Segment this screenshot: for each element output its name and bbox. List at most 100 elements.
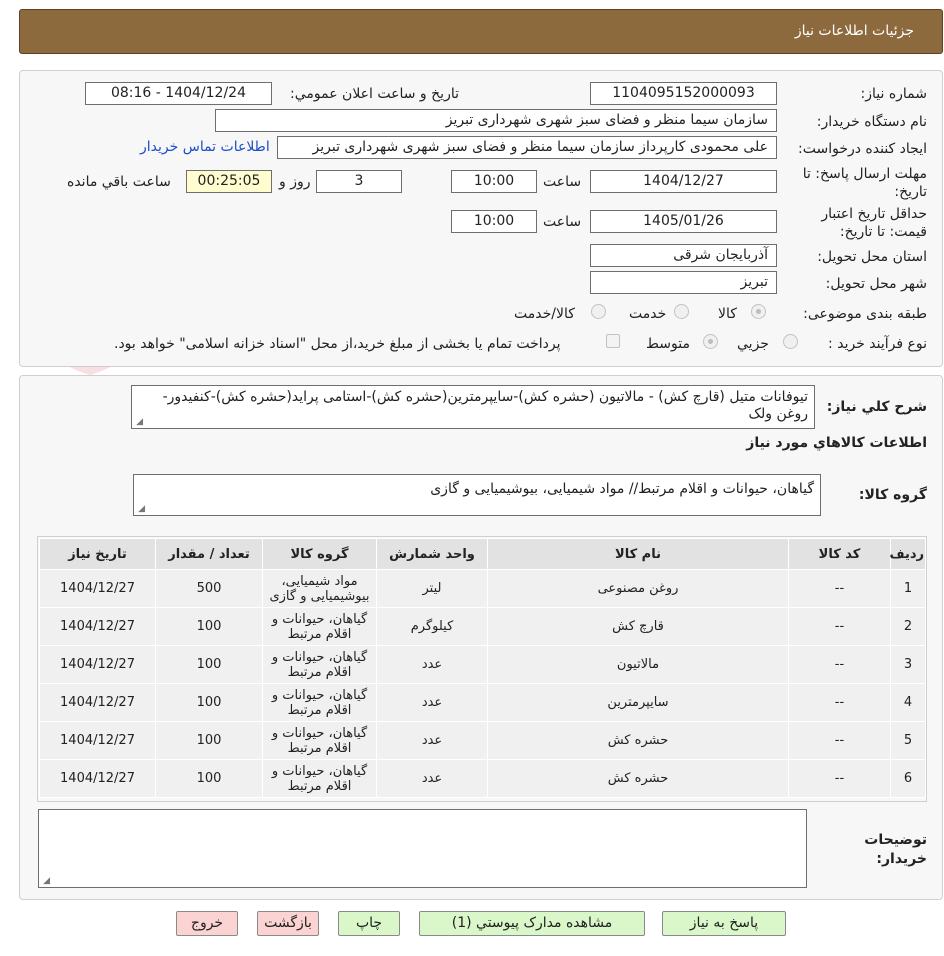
process-option-minor: جزیي xyxy=(737,336,769,352)
table-row: 1 -- روغن مصنوعی لیتر مواد شیمیایی، بیوش… xyxy=(39,569,926,608)
cell-date: 1404/12/27 xyxy=(39,645,156,684)
goods-group-textarea[interactable]: گیاهان، حیوانات و اقلام مرتبط// مواد شیم… xyxy=(133,474,821,516)
cell-date: 1404/12/27 xyxy=(39,569,156,608)
goods-table: ردیف کد کالا نام کالا واحد شمارش گروه کا… xyxy=(39,538,926,798)
page-header: جزئیات اطلاعات نیاز xyxy=(19,9,943,54)
buyer-org-field: سازمان سیما منظر و فضای سبز شهری شهرداری… xyxy=(215,109,777,132)
cell-index: 2 xyxy=(890,607,926,646)
cell-group: مواد شیمیایی، بیوشیمیایی و گازی xyxy=(262,569,377,608)
cell-unit: لیتر xyxy=(376,569,488,608)
cell-group: گیاهان، حیوانات و اقلام مرتبط xyxy=(262,721,377,760)
description-label: شرح کلي نياز: xyxy=(826,399,927,415)
cell-unit: عدد xyxy=(376,759,488,798)
col-header-index: ردیف xyxy=(889,538,926,570)
exit-button[interactable]: خروج xyxy=(176,911,238,936)
col-header-qty: تعداد / مقدار xyxy=(155,538,263,570)
table-row: 3 -- مالاتیون عدد گیاهان، حیوانات و اقلا… xyxy=(39,645,926,684)
attachments-button[interactable]: مشاهده مدارک پیوستي (1) xyxy=(419,911,645,936)
cell-unit: عدد xyxy=(376,721,488,760)
buyer-contact-link[interactable]: اطلاعات تماس خریدار xyxy=(140,139,270,155)
goods-table-header: ردیف کد کالا نام کالا واحد شمارش گروه کا… xyxy=(39,538,926,570)
province-field: آذربایجان شرقی xyxy=(590,244,777,267)
print-button[interactable]: چاپ xyxy=(338,911,400,936)
cell-name: سایپرمترین xyxy=(487,683,789,722)
cell-unit: کیلوگرم xyxy=(376,607,488,646)
col-header-name: نام کالا xyxy=(487,538,789,570)
cell-group: گیاهان، حیوانات و اقلام مرتبط xyxy=(262,645,377,684)
reply-button[interactable]: پاسخ به نياز xyxy=(662,911,786,936)
category-radio-goods[interactable] xyxy=(751,304,766,319)
back-button[interactable]: بازگشت xyxy=(257,911,319,936)
buyer-notes-textarea[interactable]: ◢ xyxy=(38,809,807,888)
payment-note: پرداخت تمام یا بخشی از مبلغ خرید،از محل … xyxy=(114,336,561,352)
page-title: جزئیات اطلاعات نیاز xyxy=(794,23,914,39)
cell-qty: 100 xyxy=(155,645,263,684)
cell-group: گیاهان، حیوانات و اقلام مرتبط xyxy=(262,683,377,722)
requester-field: علی محمودی کارپرداز سازمان سیما منظر و ف… xyxy=(277,136,777,159)
cell-group: گیاهان، حیوانات و اقلام مرتبط xyxy=(262,759,377,798)
cell-qty: 100 xyxy=(155,721,263,760)
treasury-checkbox[interactable] xyxy=(606,334,620,348)
cell-index: 4 xyxy=(890,683,926,722)
process-label: نوع فرآیند خرید : xyxy=(828,336,927,352)
validity-date-field: 1405/01/26 xyxy=(590,210,777,233)
cell-code: -- xyxy=(788,607,891,646)
category-radio-goods-service[interactable] xyxy=(591,304,606,319)
cell-date: 1404/12/27 xyxy=(39,683,156,722)
cell-qty: 500 xyxy=(155,569,263,608)
deadline-date-field: 1404/12/27 xyxy=(590,170,777,193)
category-radio-service[interactable] xyxy=(674,304,689,319)
cell-code: -- xyxy=(788,759,891,798)
goods-group-label: گروه کالا: xyxy=(858,487,927,503)
table-row: 5 -- حشره کش عدد گیاهان، حیوانات و اقلام… xyxy=(39,721,926,760)
table-row: 4 -- سایپرمترین عدد گیاهان، حیوانات و اق… xyxy=(39,683,926,722)
buyer-org-label: نام دستگاه خریدار: xyxy=(816,114,927,130)
days-field: 3 xyxy=(316,170,402,193)
announce-label: تاریخ و ساعت اعلان عمومي: xyxy=(290,86,459,102)
cell-name: قارچ کش xyxy=(487,607,789,646)
deadline-label: مهلت ارسال پاسخ: تا تاریخ: xyxy=(802,166,927,200)
deadline-time-label: ساعت xyxy=(543,174,582,190)
cell-name: حشره کش xyxy=(487,759,789,798)
cell-code: -- xyxy=(788,645,891,684)
resize-grip-icon[interactable]: ◢ xyxy=(134,418,143,427)
cell-index: 3 xyxy=(890,645,926,684)
need-number-label: شماره نیاز: xyxy=(860,86,928,102)
remaining-time-field: 00:25:05 xyxy=(186,170,272,193)
table-row: 2 -- قارچ کش کیلوگرم گیاهان، حیوانات و ا… xyxy=(39,607,926,646)
cell-name: حشره کش xyxy=(487,721,789,760)
cell-code: -- xyxy=(788,569,891,608)
cell-qty: 100 xyxy=(155,607,263,646)
province-label: استان محل تحویل: xyxy=(817,249,927,265)
category-option-goods-service: کالا/خدمت xyxy=(514,306,575,322)
remaining-label: ساعت باقي مانده xyxy=(67,174,171,190)
col-header-date: تاریخ نیاز xyxy=(39,538,156,570)
cell-index: 6 xyxy=(890,759,926,798)
city-field: تبریز xyxy=(590,271,777,294)
need-number-field: 1104095152000093 xyxy=(590,82,777,105)
cell-date: 1404/12/27 xyxy=(39,759,156,798)
cell-qty: 100 xyxy=(155,683,263,722)
validity-time-label: ساعت xyxy=(543,214,582,230)
resize-grip-icon[interactable]: ◢ xyxy=(41,877,50,886)
cell-code: -- xyxy=(788,683,891,722)
cell-unit: عدد xyxy=(376,683,488,722)
cell-qty: 100 xyxy=(155,759,263,798)
process-radio-medium[interactable] xyxy=(703,334,718,349)
announce-datetime-field: 1404/12/24 - 08:16 xyxy=(85,82,272,105)
cell-date: 1404/12/27 xyxy=(39,607,156,646)
resize-grip-icon[interactable]: ◢ xyxy=(136,505,145,514)
process-option-medium: متوسط xyxy=(646,336,690,352)
category-option-goods: کالا xyxy=(718,306,737,322)
cell-index: 5 xyxy=(890,721,926,760)
goods-group-text: گیاهان، حیوانات و اقلام مرتبط// مواد شیم… xyxy=(430,481,814,497)
validity-time-field: 10:00 xyxy=(451,210,537,233)
cell-unit: عدد xyxy=(376,645,488,684)
city-label: شهر محل تحویل: xyxy=(825,276,927,292)
requester-label: ایجاد کننده درخواست: xyxy=(798,141,927,157)
col-header-unit: واحد شمارش xyxy=(376,538,488,570)
description-textarea[interactable]: تیوفانات متیل (قارچ کش) - مالاتیون (حشره… xyxy=(131,385,815,429)
cell-code: -- xyxy=(788,721,891,760)
process-radio-minor[interactable] xyxy=(783,334,798,349)
cell-name: روغن مصنوعی xyxy=(487,569,789,608)
